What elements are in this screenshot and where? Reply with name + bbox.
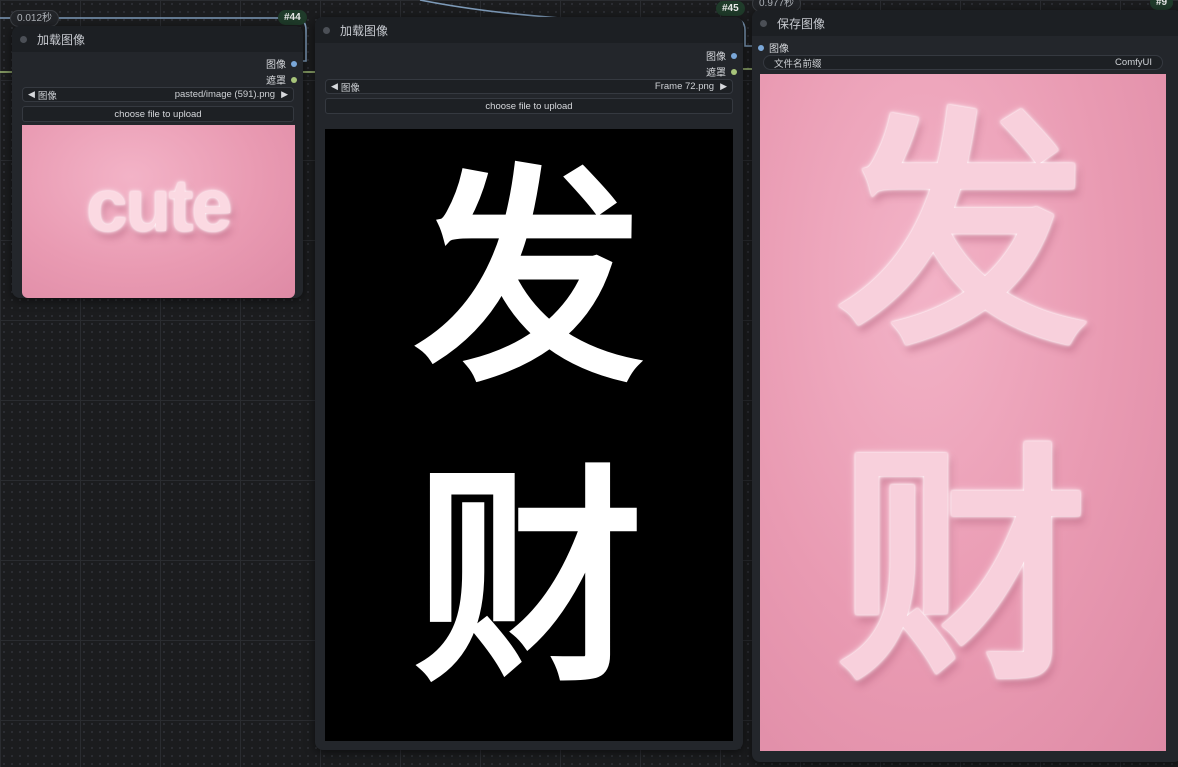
preview-char: 发 <box>413 144 644 414</box>
collapse-dot-icon[interactable] <box>323 26 330 34</box>
image-select[interactable]: ◀ 图像 pasted/image (591).png ▶ <box>22 87 294 102</box>
filename-prefix-field[interactable]: 文件名前缀 ComfyUI <box>763 55 1163 70</box>
collapse-dot-icon[interactable] <box>20 35 27 43</box>
arrow-left-icon[interactable]: ◀ <box>331 81 338 92</box>
load-image-node[interactable]: 加载图像 图像 遮罩 ◀ 图像 Frame 72.png ▶ choose fi… <box>315 17 743 750</box>
output-mask[interactable]: 遮罩 <box>266 72 297 87</box>
save-image-node[interactable]: 保存图像 图像 文件名前缀 ComfyUI 发 财 <box>752 10 1178 762</box>
field-value: ComfyUI <box>1115 57 1152 68</box>
combo-value: pasted/image (591).png <box>174 89 276 100</box>
load-image-node[interactable]: 加载图像 图像 遮罩 ◀ 图像 pasted/image (591).png ▶… <box>12 26 303 298</box>
image-preview: 发 财 <box>325 129 733 741</box>
output-image[interactable]: 图像 <box>266 56 297 71</box>
socket-icon[interactable] <box>291 60 297 67</box>
node-title: 加载图像 <box>37 32 86 47</box>
node-id-badge: #9 <box>1150 0 1174 10</box>
combo-label: 图像 <box>37 90 57 102</box>
arrow-right-icon[interactable]: ▶ <box>281 89 288 100</box>
output-image[interactable]: 图像 <box>706 48 737 63</box>
node-title: 保存图像 <box>777 16 826 31</box>
collapse-dot-icon[interactable] <box>760 19 767 27</box>
output-mask[interactable]: 遮罩 <box>706 64 737 79</box>
combo-value: Frame 72.png <box>654 81 715 92</box>
output-label: 遮罩 <box>706 68 726 79</box>
node-title: 加载图像 <box>340 23 389 38</box>
output-label: 图像 <box>706 52 726 63</box>
socket-icon[interactable] <box>758 44 764 51</box>
field-label: 文件名前缀 <box>774 58 822 70</box>
preview-char: 发 <box>838 94 1088 373</box>
node-title-bar[interactable]: 加载图像 <box>12 26 303 52</box>
socket-icon[interactable] <box>291 76 297 83</box>
arrow-right-icon[interactable]: ▶ <box>720 81 727 92</box>
image-preview: 发 财 <box>760 74 1166 751</box>
combo-label: 图像 <box>340 82 360 94</box>
output-label: 图像 <box>266 60 286 71</box>
node-title-bar[interactable]: 加载图像 <box>315 17 743 43</box>
image-preview: cute <box>22 125 295 298</box>
node-id-badge: #45 <box>716 1 745 16</box>
execution-time-badge: 0.012秒 <box>10 10 60 27</box>
preview-char: 财 <box>838 429 1088 708</box>
socket-icon[interactable] <box>731 68 737 75</box>
upload-button[interactable]: choose file to upload <box>22 106 294 122</box>
socket-icon[interactable] <box>731 52 737 59</box>
upload-button[interactable]: choose file to upload <box>325 98 733 114</box>
input-label: 图像 <box>769 44 789 55</box>
node-id-badge: #44 <box>278 10 307 25</box>
preview-char: 财 <box>413 444 644 714</box>
node-title-bar[interactable]: 保存图像 <box>752 10 1178 36</box>
output-label: 遮罩 <box>266 76 286 87</box>
preview-text: cute <box>86 164 232 247</box>
input-image[interactable]: 图像 <box>758 40 789 55</box>
arrow-left-icon[interactable]: ◀ <box>28 89 35 100</box>
image-select[interactable]: ◀ 图像 Frame 72.png ▶ <box>325 79 733 94</box>
